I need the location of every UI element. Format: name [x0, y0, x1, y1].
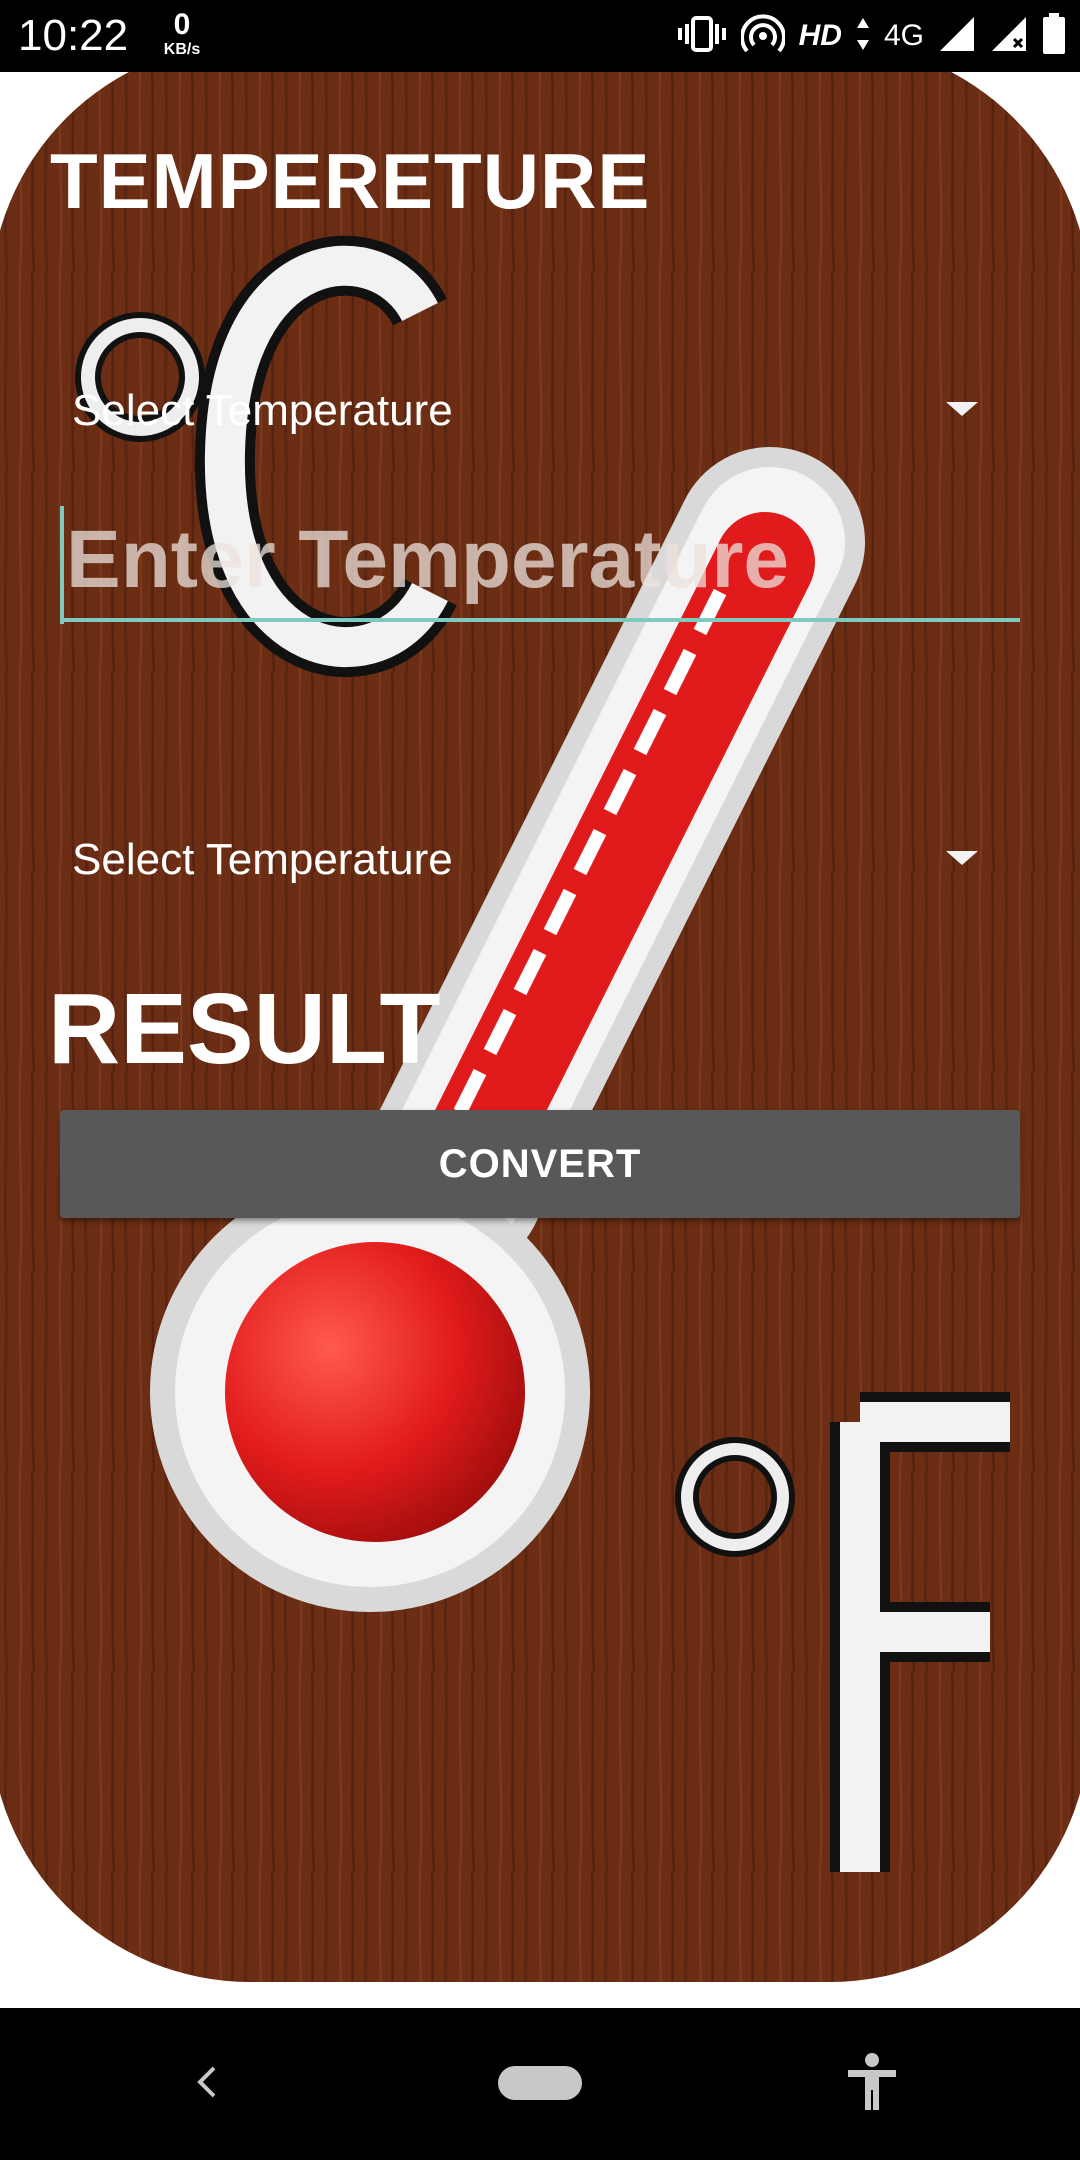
status-icons: HD 4G [677, 10, 1066, 62]
result-label: RESULT [48, 973, 441, 1085]
to-unit-selected: Select Temperature [72, 835, 453, 884]
hotspot-icon [739, 13, 786, 59]
convert-button[interactable]: CONVERT [60, 1110, 1020, 1218]
converter-form: TEMPERETURE Select Temperature Select Te… [0, 72, 1080, 2008]
signal-icon [938, 15, 976, 58]
hd-label: HD [798, 19, 842, 52]
network-type-label: 4G [883, 19, 924, 52]
temperature-input[interactable] [60, 502, 1020, 622]
status-time: 10:22 [18, 11, 129, 60]
dropdown-arrow-icon [946, 851, 978, 865]
from-unit-dropdown[interactable]: Select Temperature [60, 356, 990, 466]
text-cursor [60, 506, 64, 624]
app-screen: TEMPERETURE Select Temperature Select Te… [0, 72, 1080, 2008]
to-unit-dropdown[interactable]: Select Temperature [60, 805, 990, 915]
network-speed-unit: KB/s [163, 41, 201, 58]
status-bar: 10:22 0 KB/s HD 4G [0, 0, 1080, 72]
back-icon[interactable] [190, 2058, 222, 2111]
dropdown-arrow-icon [946, 402, 978, 416]
navigation-bar [0, 2008, 1080, 2160]
battery-icon [1042, 12, 1066, 60]
accessibility-icon[interactable] [844, 2052, 900, 2117]
signal-no-service-icon [990, 15, 1028, 58]
vibrate-icon [677, 14, 727, 59]
data-arrows-icon [856, 16, 870, 57]
home-button[interactable] [498, 2066, 582, 2100]
from-unit-selected: Select Temperature [72, 386, 453, 435]
page-title: TEMPERETURE [50, 137, 651, 225]
network-speed-value: 0 [173, 8, 191, 41]
network-speed: 0 KB/s [152, 10, 212, 58]
